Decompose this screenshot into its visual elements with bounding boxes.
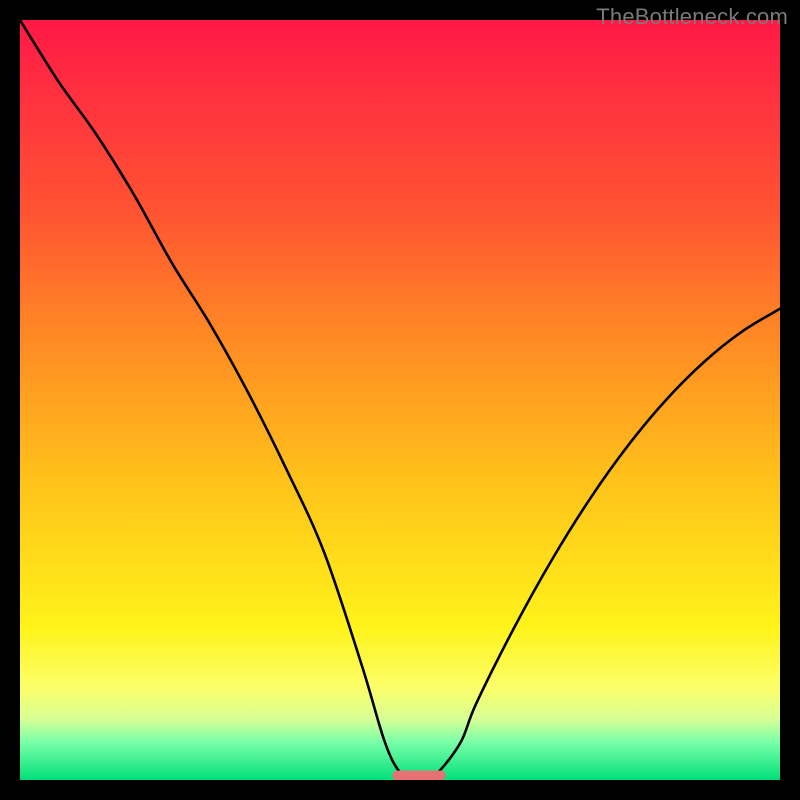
watermark-text: TheBottleneck.com <box>596 4 788 30</box>
bottleneck-curve <box>20 20 780 780</box>
curve-overlay <box>20 20 780 780</box>
min-marker <box>392 770 445 780</box>
chart-frame: TheBottleneck.com <box>0 0 800 800</box>
